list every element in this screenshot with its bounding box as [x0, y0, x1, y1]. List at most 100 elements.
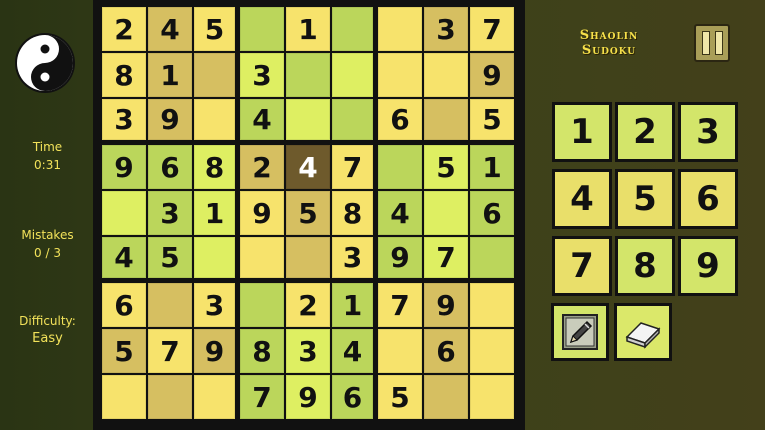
yin-yang-icon [14, 32, 76, 94]
sudoku-cell-r6c7[interactable]: 9 [378, 237, 422, 278]
game-title-line2: Sudoku [581, 43, 637, 58]
sudoku-cell-r6c2[interactable]: 5 [148, 237, 192, 278]
sudoku-cell-r6c4[interactable] [240, 237, 284, 278]
sudoku-cell-r4c1[interactable]: 9 [102, 145, 146, 189]
sudoku-cell-r4c6[interactable]: 7 [332, 145, 373, 189]
sudoku-cell-r8c8[interactable]: 6 [424, 329, 468, 373]
sudoku-cell-r7c5[interactable]: 2 [286, 283, 330, 327]
sudoku-cell-r3c1[interactable]: 3 [102, 99, 146, 140]
sudoku-cell-r9c5[interactable]: 9 [286, 375, 330, 419]
sudoku-cell-r7c6[interactable]: 1 [332, 283, 373, 327]
number-key-4[interactable]: 4 [552, 169, 612, 229]
sudoku-cell-r8c9[interactable] [470, 329, 514, 373]
sudoku-cell-r2c1[interactable]: 8 [102, 53, 146, 97]
sudoku-cell-r8c6[interactable]: 4 [332, 329, 373, 373]
sudoku-cell-r5c3[interactable]: 1 [194, 191, 235, 235]
number-key-6[interactable]: 6 [678, 169, 738, 229]
sudoku-cell-r9c7[interactable]: 5 [378, 375, 422, 419]
sudoku-cell-r3c4[interactable]: 4 [240, 99, 284, 140]
sudoku-cell-r3c7[interactable]: 6 [378, 99, 422, 140]
sudoku-cell-r4c3[interactable]: 8 [194, 145, 235, 189]
mistakes-label: Mistakes [21, 228, 74, 242]
sudoku-cell-r1c1[interactable]: 2 [102, 7, 146, 51]
sudoku-cell-r3c5[interactable] [286, 99, 330, 140]
sudoku-cell-r7c3[interactable]: 3 [194, 283, 235, 327]
sudoku-cell-r6c9[interactable] [470, 237, 514, 278]
sudoku-cell-r2c8[interactable] [424, 53, 468, 97]
sudoku-cell-r8c7[interactable] [378, 329, 422, 373]
sudoku-cell-r6c6[interactable]: 3 [332, 237, 373, 278]
sudoku-cell-r6c8[interactable]: 7 [424, 237, 468, 278]
sudoku-cell-r5c5[interactable]: 5 [286, 191, 330, 235]
sudoku-cell-r6c3[interactable] [194, 237, 235, 278]
sudoku-cell-r8c5[interactable]: 3 [286, 329, 330, 373]
sudoku-cell-r3c2[interactable]: 9 [148, 99, 192, 140]
sudoku-cell-r7c7[interactable]: 7 [378, 283, 422, 327]
number-key-5[interactable]: 5 [615, 169, 675, 229]
sudoku-cell-r5c9[interactable]: 6 [470, 191, 514, 235]
sudoku-cell-r9c1[interactable] [102, 375, 146, 419]
number-key-8[interactable]: 8 [615, 236, 675, 296]
sudoku-cell-r5c8[interactable] [424, 191, 468, 235]
sudoku-cell-r1c9[interactable]: 7 [470, 7, 514, 51]
sudoku-cell-r1c5[interactable]: 1 [286, 7, 330, 51]
sudoku-cell-r5c1[interactable] [102, 191, 146, 235]
sudoku-cell-r3c9[interactable]: 5 [470, 99, 514, 140]
sudoku-cell-r3c8[interactable] [424, 99, 468, 140]
sudoku-cell-r8c3[interactable]: 9 [194, 329, 235, 373]
sudoku-cell-r7c9[interactable] [470, 283, 514, 327]
sudoku-cell-r4c7[interactable] [378, 145, 422, 189]
number-key-1[interactable]: 1 [552, 102, 612, 162]
sudoku-cell-r7c4[interactable] [240, 283, 284, 327]
sudoku-cell-r6c5[interactable] [286, 237, 330, 278]
sudoku-cell-r4c9[interactable]: 1 [470, 145, 514, 189]
sudoku-cell-r1c3[interactable]: 5 [194, 7, 235, 51]
sudoku-cell-r5c2[interactable]: 3 [148, 191, 192, 235]
sudoku-cell-r2c2[interactable]: 1 [148, 53, 192, 97]
sudoku-cell-r7c8[interactable]: 9 [424, 283, 468, 327]
sudoku-cell-r2c9[interactable]: 9 [470, 53, 514, 97]
mistakes-stat: Mistakes 0 / 3 [0, 226, 95, 262]
sudoku-cell-r1c7[interactable] [378, 7, 422, 51]
sudoku-cell-r4c2[interactable]: 6 [148, 145, 192, 189]
sudoku-cell-r1c2[interactable]: 4 [148, 7, 192, 51]
sudoku-cell-r3c3[interactable] [194, 99, 235, 140]
sudoku-cell-r6c1[interactable]: 4 [102, 237, 146, 278]
sudoku-cell-r2c3[interactable] [194, 53, 235, 97]
eraser-button[interactable] [614, 303, 672, 361]
sudoku-cell-r7c1[interactable]: 6 [102, 283, 146, 327]
number-key-2[interactable]: 2 [615, 102, 675, 162]
sudoku-cell-r4c4[interactable]: 2 [240, 145, 284, 189]
number-key-9[interactable]: 9 [678, 236, 738, 296]
sudoku-cell-r5c6[interactable]: 8 [332, 191, 373, 235]
sudoku-cell-r2c5[interactable] [286, 53, 330, 97]
sudoku-cell-r7c2[interactable] [148, 283, 192, 327]
sudoku-cell-r2c7[interactable] [378, 53, 422, 97]
sudoku-cell-r9c2[interactable] [148, 375, 192, 419]
sudoku-cell-r1c6[interactable] [332, 7, 373, 51]
sudoku-cell-r2c6[interactable] [332, 53, 373, 97]
sudoku-cell-r8c2[interactable]: 7 [148, 329, 192, 373]
sudoku-cell-r2c4[interactable]: 3 [240, 53, 284, 97]
sudoku-cell-r3c6[interactable] [332, 99, 373, 140]
sudoku-cell-r1c4[interactable] [240, 7, 284, 51]
pause-button[interactable] [694, 24, 730, 62]
sudoku-cell-r9c4[interactable]: 7 [240, 375, 284, 419]
pencil-button[interactable] [551, 303, 609, 361]
sudoku-cell-r1c8[interactable]: 3 [424, 7, 468, 51]
number-key-7[interactable]: 7 [552, 236, 612, 296]
sudoku-cell-r5c4[interactable]: 9 [240, 191, 284, 235]
sudoku-cell-r8c1[interactable]: 5 [102, 329, 146, 373]
sudoku-cell-r9c9[interactable] [470, 375, 514, 419]
sudoku-cell-r5c7[interactable]: 4 [378, 191, 422, 235]
sudoku-cell-r9c6[interactable]: 6 [332, 375, 373, 419]
sudoku-cell-r4c8[interactable]: 5 [424, 145, 468, 189]
sudoku-cell-r9c8[interactable] [424, 375, 468, 419]
sudoku-cell-r9c3[interactable] [194, 375, 235, 419]
difficulty-value: Easy [32, 331, 63, 346]
sudoku-board: 2451378139394659682475131958464539763217… [93, 0, 525, 430]
time-value: 0:31 [34, 158, 61, 172]
number-key-3[interactable]: 3 [678, 102, 738, 162]
sudoku-cell-r8c4[interactable]: 8 [240, 329, 284, 373]
sudoku-cell-r4c5[interactable]: 4 [286, 145, 330, 189]
